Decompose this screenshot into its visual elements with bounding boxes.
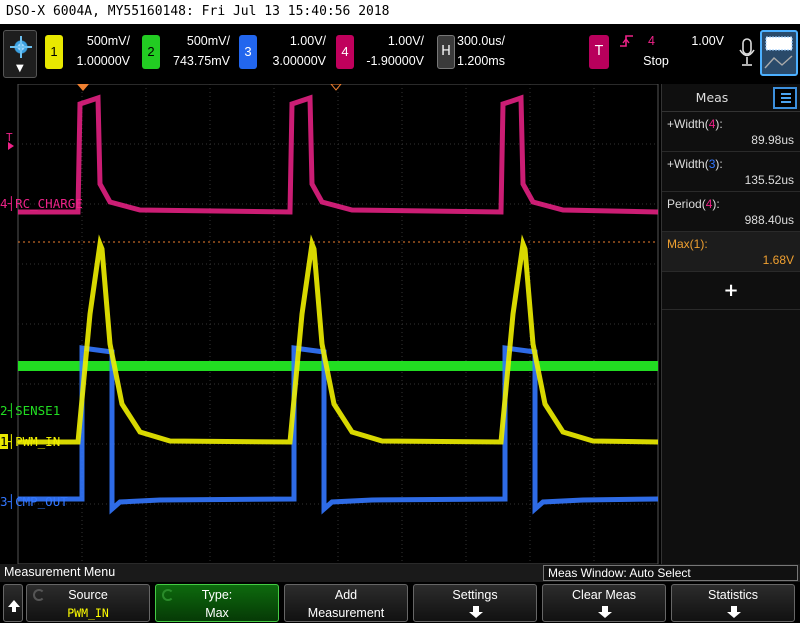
window-title: DSO-X 6004A, MY55160148: Fri Jul 13 15:4… [0, 0, 800, 24]
type-softkey[interactable]: Type: Max [155, 584, 279, 622]
channel-1-settings[interactable]: 500mV/ 1.00000V [66, 31, 130, 71]
channel-2-scale: 500mV/ [186, 34, 230, 48]
channel-4-offset: -1.90000V [366, 54, 424, 68]
arrow-up-icon [8, 600, 20, 612]
measurement-value: 89.98us [751, 133, 794, 147]
channel-2-label: 2┤SENSE1 [0, 403, 61, 418]
channel-1-button[interactable]: 1 [45, 35, 63, 69]
measurement-row[interactable]: +Width(4): 89.98us [662, 112, 800, 152]
main-menu-button[interactable]: ▼ [3, 30, 37, 78]
trigger-position-marker [77, 84, 89, 91]
touch-mode-button[interactable] [760, 30, 798, 76]
channel-3-scale: 1.00V/ [289, 34, 326, 48]
settings-softkey[interactable]: Settings [413, 584, 537, 622]
measurement-value: 1.68V [762, 253, 794, 267]
waveform-display[interactable] [0, 84, 660, 564]
channel-3-label: 3┤CMP_OUT [0, 494, 68, 509]
selection-box-icon [764, 36, 793, 69]
channel-4-label: 4┤RC_CHARGE [0, 196, 83, 211]
menu-title: Measurement Menu [4, 565, 116, 579]
channel-1-label: 1┤PWM_IN [0, 434, 61, 449]
channel-2-button[interactable]: 2 [142, 35, 160, 69]
trigger-level-marker: T [6, 131, 13, 144]
delay-marker [330, 84, 342, 91]
measurement-name: +Width(3): [667, 157, 723, 171]
microphone-icon[interactable] [738, 37, 756, 69]
arrow-down-icon [469, 606, 483, 618]
chevron-down-icon: ▼ [16, 63, 24, 74]
list-icon[interactable] [773, 87, 797, 109]
trigger-level: 1.00V [691, 34, 724, 48]
add-measurement-plus-icon[interactable]: + [662, 272, 800, 310]
channel-3-settings[interactable]: 1.00V/ 3.00000V [258, 31, 326, 71]
arrow-down-icon [727, 606, 741, 618]
meas-window-status: Meas Window: Auto Select [543, 565, 798, 581]
waveform-traces [18, 94, 659, 515]
acquisition-status: Stop [643, 54, 669, 68]
measurement-row[interactable]: Period(4): 988.40us [662, 192, 800, 232]
horizontal-settings[interactable]: 300.0us/ 1.200ms [457, 31, 517, 71]
channel-4-settings[interactable]: 1.00V/ -1.90000V [352, 31, 424, 71]
source-softkey[interactable]: Source PWM_IN [26, 584, 150, 622]
add-measurement-softkey[interactable]: Add Measurement [284, 584, 408, 622]
measurement-name: Max(1): [667, 237, 708, 251]
statistics-softkey[interactable]: Statistics [671, 584, 795, 622]
timebase-scale: 300.0us/ [457, 34, 505, 48]
logo-icon [10, 36, 32, 58]
channel-4-trace [18, 94, 659, 215]
measurement-value: 135.52us [744, 173, 794, 187]
channel-2-settings[interactable]: 500mV/ 743.75mV [162, 31, 230, 71]
channel-3-button[interactable]: 3 [239, 35, 257, 69]
measurement-name: +Width(4): [667, 117, 723, 131]
meas-panel-title: Meas [695, 90, 729, 105]
measurement-value: 988.40us [744, 213, 794, 227]
measurement-panel: Meas +Width(4): 89.98us +Width(3): 135.52us… [661, 84, 800, 564]
channel-1-scale: 500mV/ [86, 34, 130, 48]
channel-3-offset: 3.00000V [272, 54, 326, 68]
arrow-down-icon [598, 606, 612, 618]
trigger-button[interactable]: T [589, 35, 609, 69]
measurement-name: Period(4): [667, 197, 720, 211]
channel-2-offset: 743.75mV [173, 54, 230, 68]
horizontal-button[interactable]: H [437, 35, 455, 69]
measurement-row[interactable]: Max(1): 1.68V [662, 232, 800, 272]
channel-4-scale: 1.00V/ [387, 34, 424, 48]
rising-edge-icon [620, 35, 633, 47]
measurement-row[interactable]: +Width(3): 135.52us [662, 152, 800, 192]
horizontal-delay: 1.200ms [457, 54, 505, 68]
clear-meas-softkey[interactable]: Clear Meas [542, 584, 666, 622]
trigger-source: 4 [648, 34, 655, 48]
back-button[interactable] [3, 584, 23, 622]
channel-1-offset: 1.00000V [76, 54, 130, 68]
